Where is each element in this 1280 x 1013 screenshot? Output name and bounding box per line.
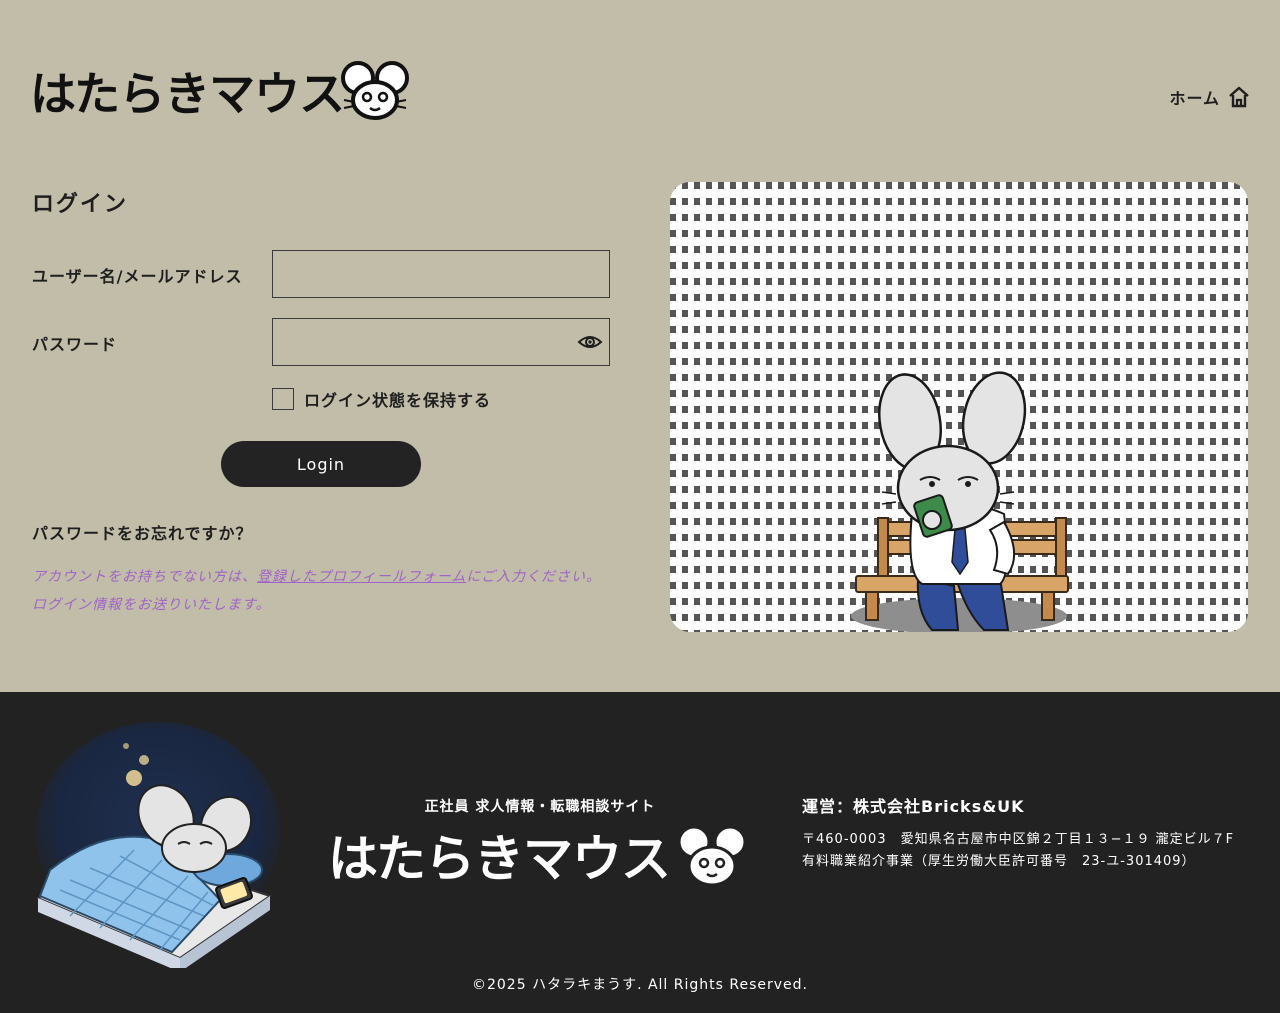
username-label: ユーザー名/メールアドレス bbox=[32, 267, 243, 286]
footer-logo[interactable]: はたらきマウス bbox=[328, 822, 752, 890]
login-button[interactable]: Login bbox=[221, 441, 421, 487]
profile-form-link[interactable]: 登録したプロフィールフォーム bbox=[257, 569, 466, 585]
notice-line-1: アカウントをお持ちでない方は、登録したプロフィールフォームにご入力ください。 bbox=[32, 563, 601, 591]
remember-me-label: ログイン状態を保持する bbox=[304, 391, 492, 410]
nav-home-label: ホーム bbox=[1169, 89, 1220, 108]
nav-home-link[interactable]: ホーム bbox=[1169, 85, 1250, 109]
operator-name: 運営：株式会社Bricks&UK bbox=[802, 797, 1025, 816]
copyright: ©2025 ハタラキまうす. All Rights Reserved. bbox=[471, 977, 808, 993]
mascot-bench-illustration bbox=[670, 182, 1248, 632]
forgot-password-link[interactable]: パスワードをお忘れですか？ bbox=[32, 520, 253, 544]
notice-suffix: にご入力ください。 bbox=[466, 569, 602, 585]
mouse-face-icon bbox=[677, 825, 747, 887]
footer-tagline: 正社員 求人情報・転職相談サイト bbox=[424, 799, 656, 815]
sleeping-mouse-illustration bbox=[30, 720, 282, 972]
address-line-1: 〒460-0003 愛知県名古屋市中区錦２丁目１３−１９ 瀧定ビル７F bbox=[802, 832, 1235, 847]
home-icon bbox=[1228, 86, 1250, 108]
mouse-face-icon bbox=[341, 61, 409, 120]
account-notice: アカウントをお持ちでない方は、登録したプロフィールフォームにご入力ください。 ロ… bbox=[32, 563, 601, 619]
notice-line-2: ログイン情報をお送りいたします。 bbox=[32, 597, 271, 613]
footer-logo-text: はたらきマウス bbox=[328, 830, 670, 888]
license-line: 有料職業紹介事業（厚生労働大臣許可番号 23-ユ-301409） bbox=[802, 854, 1196, 869]
remember-me-option[interactable]: ログイン状態を保持する bbox=[272, 387, 491, 411]
remember-me-checkbox[interactable] bbox=[272, 388, 294, 410]
company-address: 〒460-0003 愛知県名古屋市中区錦２丁目１３−１９ 瀧定ビル７F 有料職業… bbox=[802, 829, 1234, 873]
login-title: ログイン bbox=[32, 192, 129, 217]
site-logo[interactable]: はたらきマウス bbox=[30, 58, 410, 124]
password-label: パスワード bbox=[32, 335, 118, 354]
logo-text: はたらきマウス bbox=[30, 67, 344, 121]
password-input[interactable] bbox=[272, 318, 610, 366]
eye-icon[interactable] bbox=[577, 330, 603, 354]
username-input[interactable] bbox=[272, 250, 610, 298]
site-footer: 正社員 求人情報・転職相談サイト はたらきマウス 運営：株式会社Bricks&U… bbox=[0, 692, 1280, 1013]
notice-prefix: アカウントをお持ちでない方は、 bbox=[32, 569, 257, 585]
